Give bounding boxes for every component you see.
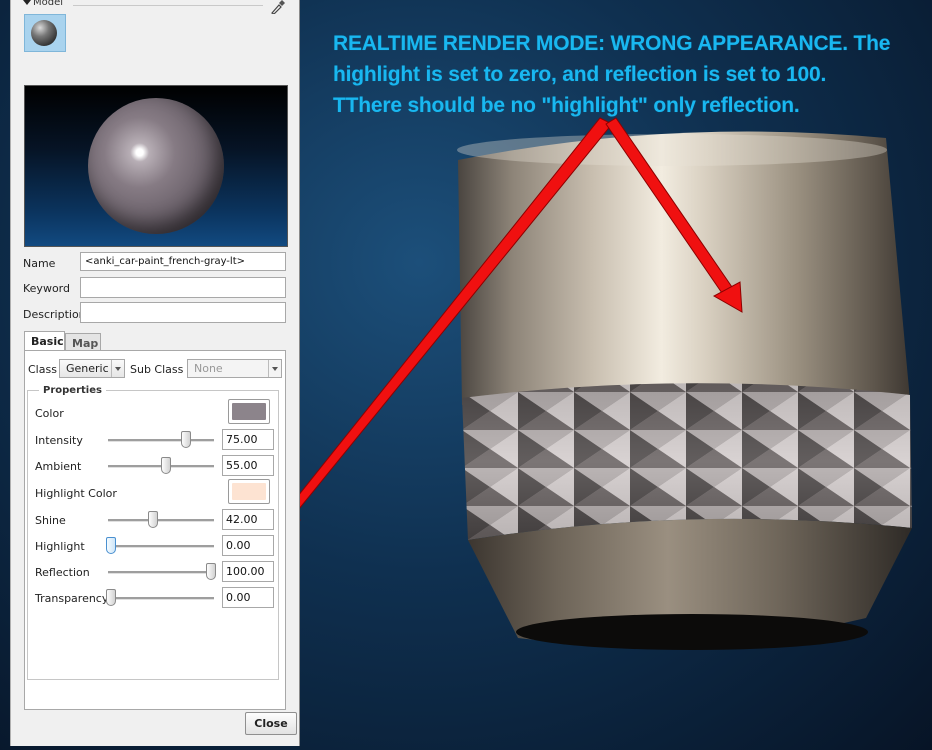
cup-upper — [458, 131, 910, 405]
slider-value-field[interactable]: 55.00 — [222, 455, 274, 476]
material-thumbnail[interactable] — [24, 14, 66, 52]
slider-handle[interactable] — [106, 589, 116, 606]
description-field[interactable] — [80, 302, 286, 323]
slider-label: Highlight — [35, 540, 85, 553]
eyedropper-icon[interactable] — [269, 0, 285, 14]
slider-track[interactable] — [108, 545, 214, 548]
slider-track[interactable] — [108, 519, 214, 522]
annotation-line: REALTIME RENDER MODE: WRONG APPEARANCE. … — [333, 32, 891, 55]
slider-value-field[interactable]: 75.00 — [222, 429, 274, 450]
slider-handle[interactable] — [206, 563, 216, 580]
cup-rim — [457, 134, 887, 166]
appearance-panel: Model Name <anki_car-paint_french-gray-l… — [10, 0, 300, 746]
color-label: Color — [35, 407, 64, 420]
annotation-line: TThere should be no "highlight" only ref… — [333, 94, 800, 117]
triangle-down-icon[interactable] — [23, 0, 31, 5]
chevron-down-icon — [111, 360, 124, 377]
annotation-text: REALTIME RENDER MODE: WRONG APPEARANCE. … — [333, 28, 893, 121]
class-select-value: Generic — [66, 362, 109, 375]
slider-track[interactable] — [108, 597, 214, 600]
color-swatch[interactable] — [228, 399, 270, 424]
slider-label: Transparency — [35, 592, 109, 605]
slider-handle[interactable] — [181, 431, 191, 448]
slider-value-field[interactable]: 0.00 — [222, 535, 274, 556]
slider-handle[interactable] — [106, 537, 116, 554]
slider-label: Intensity — [35, 434, 83, 447]
keyword-field[interactable] — [80, 277, 286, 298]
slider-label: Shine — [35, 514, 66, 527]
slider-value-field[interactable]: 0.00 — [222, 587, 274, 608]
slider-value-field[interactable]: 100.00 — [222, 561, 274, 582]
chevron-down-icon — [268, 360, 281, 377]
highlight-color-label: Highlight Color — [35, 487, 117, 500]
subclass-label: Sub Class — [130, 363, 184, 376]
tab-basic[interactable]: Basic — [24, 331, 65, 351]
class-label: Class — [28, 363, 57, 376]
highlight-color-swatch[interactable] — [228, 479, 270, 504]
slider-handle[interactable] — [161, 457, 171, 474]
name-field[interactable]: <anki_car-paint_french-gray-lt> — [80, 252, 286, 271]
slider-handle[interactable] — [148, 511, 158, 528]
slider-label: Reflection — [35, 566, 90, 579]
properties-title: Properties — [39, 385, 106, 396]
tab-map[interactable]: Map — [65, 333, 101, 351]
section-header-model[interactable]: Model — [23, 0, 63, 8]
slider-value-field[interactable]: 42.00 — [222, 509, 274, 530]
close-button[interactable]: Close — [245, 712, 297, 735]
slider-label: Ambient — [35, 460, 82, 473]
subclass-select: None — [187, 359, 282, 378]
description-label: Description — [23, 308, 86, 321]
subclass-select-value: None — [194, 362, 223, 375]
material-preview — [24, 85, 288, 247]
keyword-label: Keyword — [23, 282, 70, 295]
preview-sphere — [88, 98, 224, 234]
name-label: Name — [23, 257, 56, 270]
section-title: Model — [33, 0, 64, 8]
section-divider — [73, 5, 263, 6]
slider-track[interactable] — [108, 439, 214, 442]
class-select[interactable]: Generic — [59, 359, 125, 378]
annotation-line: highlight is set to zero, and reflection… — [333, 63, 827, 86]
slider-track[interactable] — [108, 571, 214, 574]
cup-base — [516, 614, 868, 650]
